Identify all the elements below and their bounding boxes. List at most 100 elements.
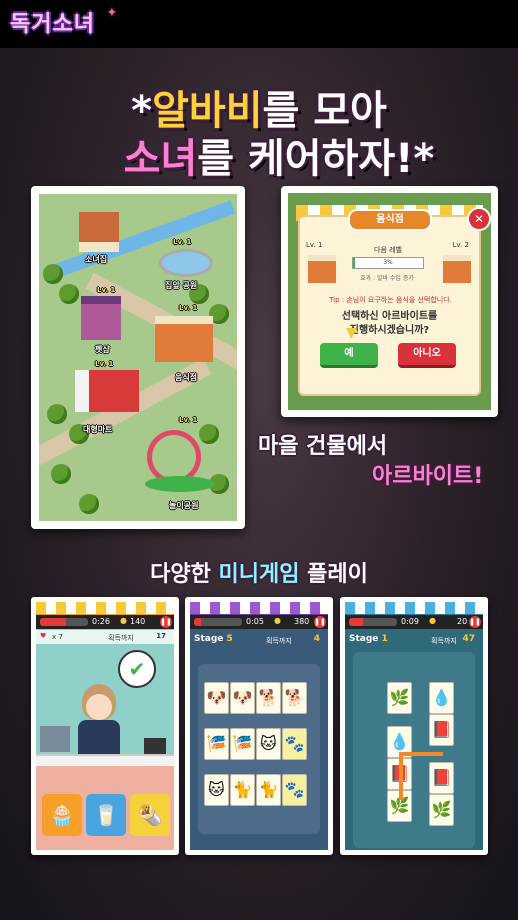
coin-icon: ● [429,616,436,625]
target-bar: ♥ x 7 획득까지 17 [36,630,174,644]
minigame-title-highlight: 미니게임 [218,562,300,587]
amusement-base [145,476,215,492]
minigame-screen-1: 0:26 ● 140 ❚❚ ♥ x 7 획득까지 17 ✔ 🧁 🥛 🌯 [36,602,174,850]
minigame-title-suffix: 플레이 [299,562,368,587]
card-tile[interactable]: 🐈 [230,774,255,806]
petshop-building[interactable] [81,296,121,340]
card-tile[interactable]: 🎏 [230,728,255,760]
pause-icon[interactable]: ❚❚ [469,616,481,628]
card-tile[interactable]: 🐱 [204,774,229,806]
girl-face [86,694,112,720]
girl-body [78,720,120,754]
awning [190,602,328,616]
top-bar: 독거소녀 ✦ [0,0,518,48]
target-count: 47 [462,634,475,644]
question-line2: 진행하시겠습니까? [349,325,430,336]
level-badge: Lv. 1 [179,304,198,312]
target-label: 획득까지 [108,634,134,642]
register-icon [40,726,70,752]
awning [36,602,174,616]
hud: 0:26 ● 140 ❚❚ [36,615,174,629]
park-fountain[interactable] [159,249,213,277]
card-tile-back[interactable]: 🐾 [282,774,307,806]
dialog-title: 음식점 [348,209,432,231]
card-tile[interactable]: 🐶 [204,682,229,714]
effect-text: 효과 : 알바 수입 증가 [360,275,414,282]
sparkle-icon: ✦ [106,5,118,21]
yes-button[interactable]: 예 [320,343,378,368]
card-tile[interactable]: 🐕 [256,682,281,714]
puzzle-tile[interactable]: 📕 [429,714,454,746]
pause-icon[interactable]: ❚❚ [314,616,326,628]
puzzle-tile[interactable]: 💧 [429,682,454,714]
arrow-down-icon: ▼ [346,325,357,341]
question-line1: 선택하신 아르바이트를 [341,311,438,322]
puzzle-tile[interactable]: 🌿 [387,682,412,714]
order-bubble-milk: ✔ [118,650,156,688]
cash-box-icon [144,738,166,754]
app-logo: 독거소녀 [10,12,95,37]
minigame-screen-2: 0:05 ● 380 ❚❚ Stage 5 획득까지 4 🐶 🐶 🐕 🐕 🎏 🎏… [190,602,328,850]
level-badge: Lv. 1 [173,238,192,246]
restaurant-icon [443,255,471,283]
progress-bar: 3% [352,257,424,269]
stage-word: Stage [194,634,224,644]
hud: 0:09 ● 20 ❚❚ [345,615,483,629]
close-icon[interactable]: ✕ [467,207,491,231]
target-label: 획득까지 [266,637,292,645]
timer-text: 0:26 [92,617,110,626]
score-text: 20 [457,617,468,626]
score-text: 380 [294,617,310,626]
level-badge: Lv. 1 [95,360,114,368]
score-text: 140 [130,617,146,626]
lives-text: x 7 [52,633,63,641]
shop-dialog-card: 음식점 ✕ Lv. 1 Lv. 2 ▶ 다음 레벨 3% 효과 : 알바 수입 … [281,186,498,417]
map-label-house: 소녀집 [85,255,108,264]
level-left: Lv. 1 [306,241,323,249]
timer-bar [349,618,397,626]
minigame-card-1: 0:26 ● 140 ❚❚ ♥ x 7 획득까지 17 ✔ 🧁 🥛 🌯 [31,597,179,855]
town-map: 소녀집 Lv. 1 집앞 공원 Lv. 1 펫샵 Lv. 1 음식점 Lv. 1… [39,194,237,521]
card-tile-back[interactable]: 🐾 [282,728,307,760]
card-tile[interactable]: 🎏 [204,728,229,760]
map-label-petshop: 펫샵 [95,345,110,354]
minigame-title-prefix: 다양한 [150,562,219,587]
town-map-card: 소녀집 Lv. 1 집앞 공원 Lv. 1 펫샵 Lv. 1 음식점 Lv. 1… [31,186,245,529]
minigame-card-3: 0:09 ● 20 ❚❚ Stage 1 획득까지 47 🌿 💧 📕 💧 📕 📕… [340,597,488,855]
card-tile[interactable]: 🐶 [230,682,255,714]
level-badge: Lv. 1 [97,286,116,294]
level-right: Lv. 2 [452,241,469,249]
target-count: 4 [313,634,320,644]
house-building[interactable] [79,212,119,252]
headline-highlight-2: 소녀 [123,136,198,182]
mart-building[interactable] [75,370,139,412]
card-tile[interactable]: 🐱 [256,728,281,760]
timer-bar [40,618,88,626]
timer-text: 0:09 [401,617,419,626]
card-tile[interactable]: 🐈 [256,774,281,806]
hud: 0:05 ● 380 ❚❚ [190,615,328,629]
milk-button[interactable]: 🥛 [86,794,126,836]
stage-label: Stage 1 [349,634,388,644]
pause-icon[interactable]: ❚❚ [160,616,172,628]
next-level-label: 다음 레벨 [374,246,402,254]
puzzle-board [353,652,475,848]
timer-text: 0:05 [246,617,264,626]
timer-bar [194,618,242,626]
cupcake-button[interactable]: 🧁 [42,794,82,836]
level-badge: Lv. 1 [179,416,198,424]
burrito-button[interactable]: 🌯 [130,794,170,836]
coin-icon: ● [120,616,127,625]
no-button[interactable]: 아니오 [398,343,456,368]
caption-line1: 마을 건물에서 [258,434,388,459]
map-label-restaurant: 음식점 [175,373,198,382]
map-label-mart: 대형마트 [83,425,113,434]
stage-label: Stage 5 [194,634,233,644]
coin-icon: ● [274,616,281,625]
stage-number: 1 [381,634,388,644]
card-tile[interactable]: 🐕 [282,682,307,714]
restaurant-building[interactable] [155,316,213,362]
map-label-amusement: 놀이공원 [169,501,199,510]
shop-dialog-screen: 음식점 ✕ Lv. 1 Lv. 2 ▶ 다음 레벨 3% 효과 : 알바 수입 … [288,193,491,410]
restaurant-icon [308,255,336,283]
